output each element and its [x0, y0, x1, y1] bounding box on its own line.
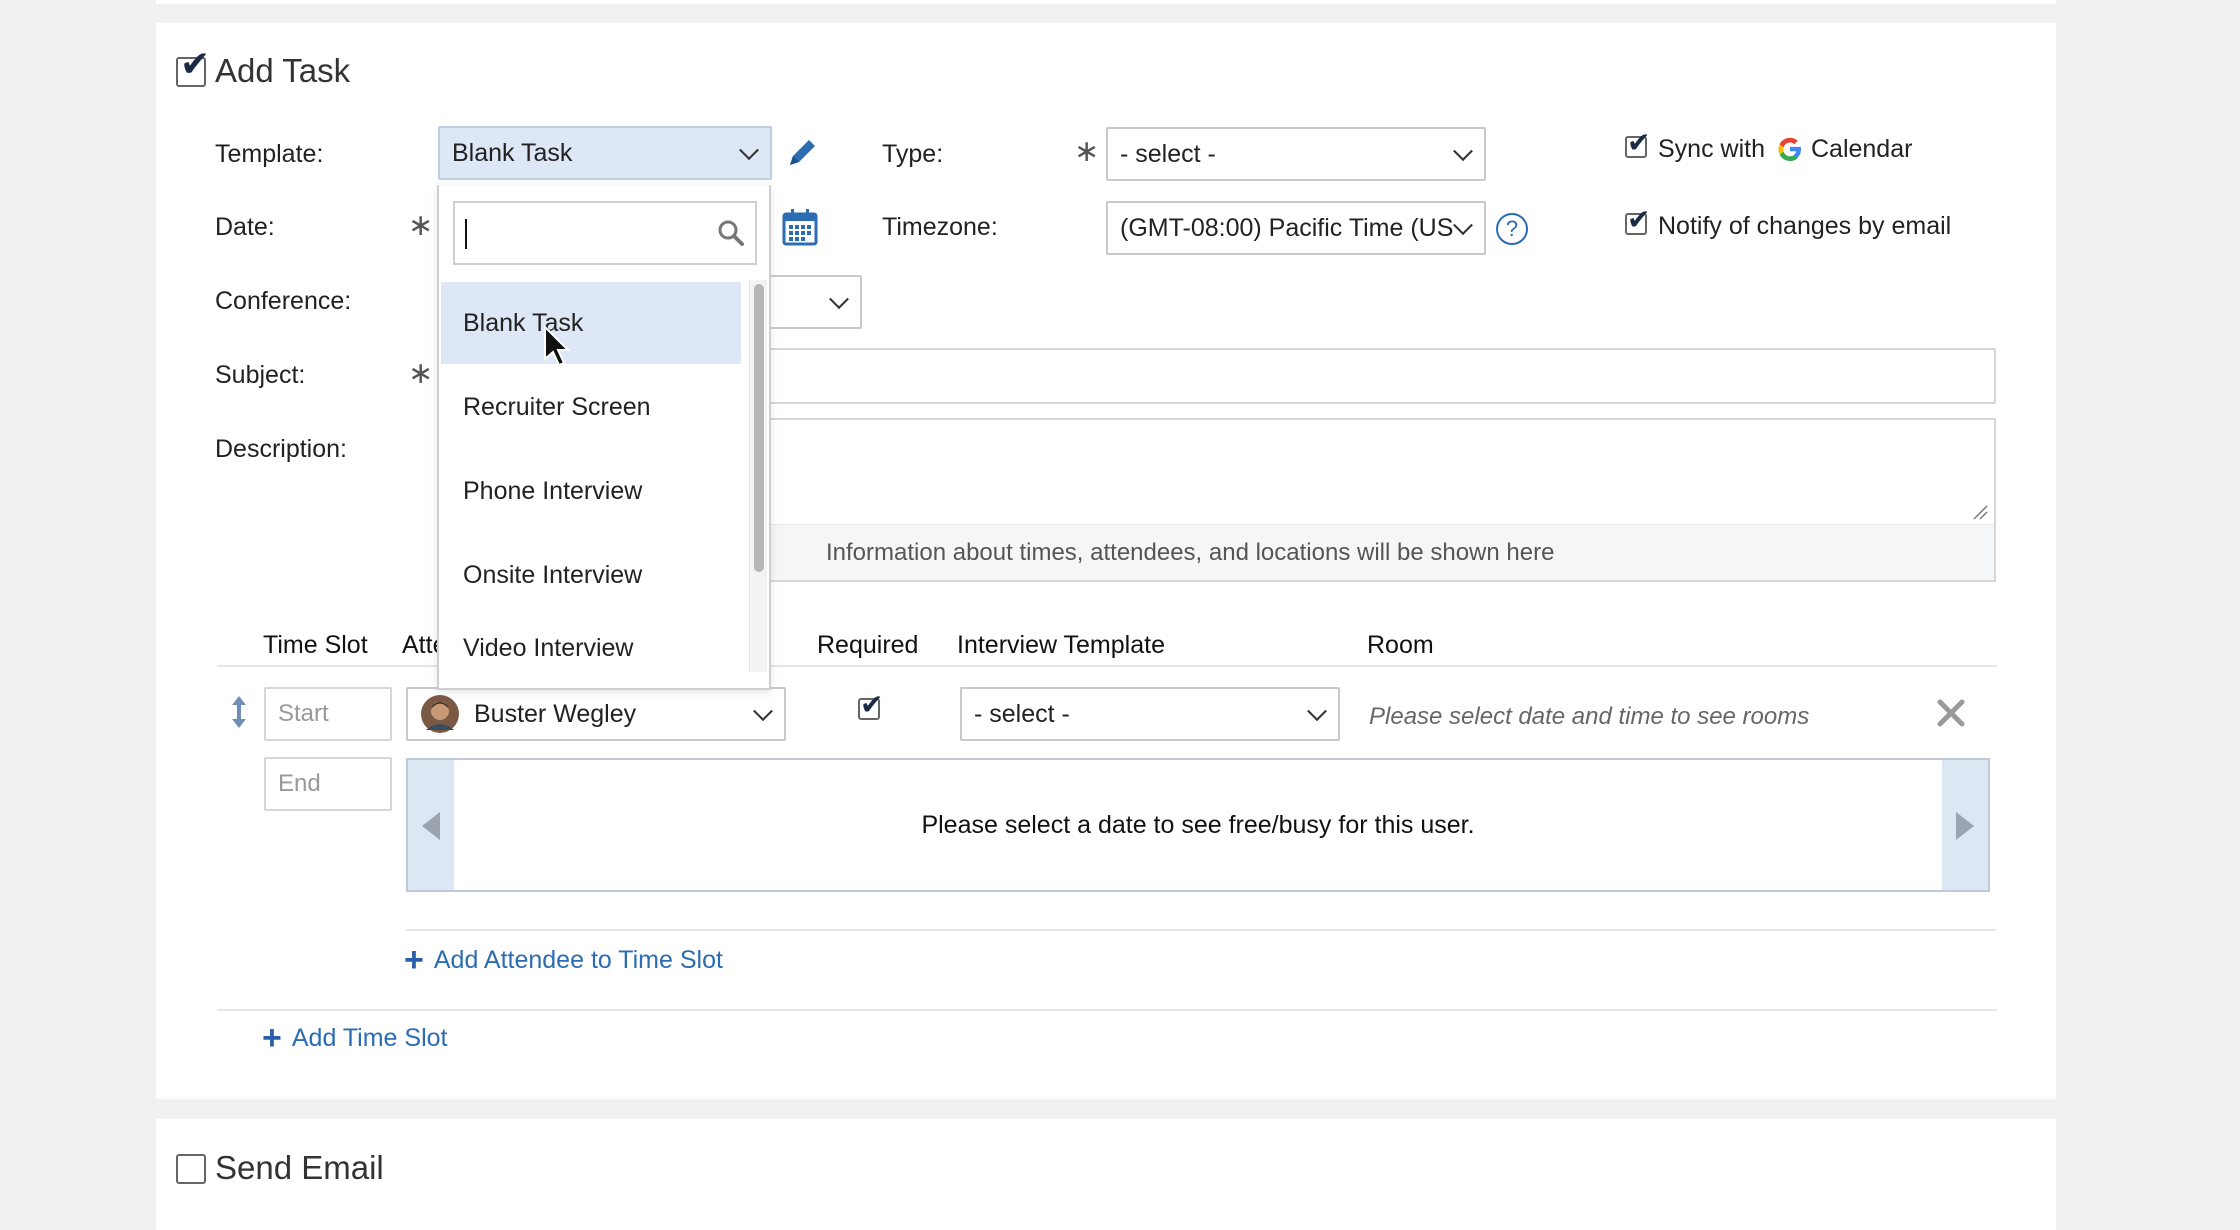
dropdown-item[interactable]: Recruiter Screen — [441, 366, 741, 448]
dropdown-item[interactable]: Phone Interview — [441, 450, 741, 532]
send-email-checkbox[interactable] — [176, 1154, 206, 1184]
add-attendee-link[interactable]: + Add Attendee to Time Slot — [404, 943, 723, 977]
plus-icon: + — [262, 1019, 282, 1057]
required-checkbox[interactable]: ✔ — [858, 689, 883, 720]
sync-calendar-checkbox[interactable]: ✔ — [1625, 127, 1650, 158]
add-task-checkbox[interactable]: ✔ — [176, 43, 210, 87]
type-select[interactable]: - select - — [1106, 127, 1486, 181]
timezone-select-value: (GMT-08:00) Pacific Time (US — [1120, 213, 1454, 242]
th-time-slot: Time Slot — [263, 631, 368, 659]
th-required: Required — [817, 631, 919, 659]
conference-label: Conference: — [215, 287, 352, 315]
dropdown-search-input[interactable] — [453, 201, 757, 265]
template-label: Template: — [215, 140, 324, 168]
avatar — [421, 695, 459, 733]
template-dropdown: Blank Task Recruiter Screen Phone Interv… — [437, 185, 771, 690]
room-hint: Please select date and time to see rooms — [1369, 703, 1810, 730]
scrollbar-thumb[interactable] — [754, 284, 764, 572]
chevron-down-icon — [1453, 141, 1473, 162]
type-select-value: - select - — [1120, 139, 1216, 168]
mouse-cursor-icon — [544, 325, 571, 367]
th-interview-template: Interview Template — [957, 631, 1165, 659]
sync-calendar-label: Sync with Calendar — [1658, 134, 1912, 164]
sync-calendar-prefix: Sync with — [1658, 134, 1765, 163]
sync-calendar-suffix: Calendar — [1810, 134, 1913, 163]
table-footer-divider — [217, 1009, 1997, 1011]
interview-template-select[interactable]: - select - — [960, 687, 1340, 741]
template-select[interactable]: Blank Task — [438, 126, 772, 180]
dropdown-item[interactable]: Video Interview — [441, 618, 741, 678]
dropdown-scrollbar[interactable] — [749, 280, 767, 672]
dropdown-item[interactable]: Onsite Interview — [441, 534, 741, 616]
subject-input[interactable] — [700, 348, 1996, 404]
remove-row-icon[interactable] — [1936, 698, 1966, 728]
drag-handle-icon[interactable] — [229, 694, 249, 730]
calendar-icon[interactable] — [782, 208, 818, 246]
dropdown-item[interactable]: Blank Task — [441, 282, 741, 364]
type-required-star: ∗ — [1074, 135, 1100, 168]
add-time-slot-link[interactable]: + Add Time Slot — [262, 1021, 448, 1055]
google-g-icon — [1778, 137, 1801, 161]
notify-email-label: Notify of changes by email — [1658, 212, 1952, 240]
send-email-panel — [156, 1119, 2056, 1230]
freebusy-prev-button[interactable] — [408, 760, 454, 890]
th-room: Room — [1367, 631, 1434, 659]
checkmark-icon: ✔ — [1627, 127, 1651, 158]
arrow-right-icon — [1956, 812, 1974, 840]
add-task-title: Add Task — [215, 52, 351, 89]
type-label: Type: — [882, 140, 944, 168]
notify-email-checkbox[interactable]: ✔ — [1625, 204, 1650, 235]
start-input[interactable]: Start — [264, 687, 392, 741]
description-info-bar: Information about times, attendees, and … — [702, 524, 1994, 580]
previous-panel-edge — [156, 0, 2056, 4]
end-input[interactable]: End — [264, 757, 392, 811]
chevron-down-icon — [753, 701, 773, 722]
checkmark-icon: ✔ — [860, 689, 884, 720]
end-placeholder: End — [278, 770, 321, 797]
checkmark-icon: ✔ — [1627, 204, 1651, 235]
checkmark-icon: ✔ — [180, 43, 211, 84]
send-email-title: Send Email — [215, 1149, 384, 1186]
date-label: Date: — [215, 213, 275, 241]
timezone-select[interactable]: (GMT-08:00) Pacific Time (US — [1106, 201, 1486, 255]
freebusy-panel: Please select a date to see free/busy fo… — [406, 758, 1990, 892]
arrow-left-icon — [422, 812, 440, 840]
help-icon[interactable]: ? — [1496, 213, 1528, 245]
interview-template-value: - select - — [974, 699, 1070, 728]
chevron-down-icon — [739, 140, 759, 161]
start-placeholder: Start — [278, 700, 329, 727]
description-textarea[interactable]: Information about times, attendees, and … — [700, 418, 1996, 582]
pencil-icon[interactable] — [784, 135, 820, 171]
freebusy-next-button[interactable] — [1942, 760, 1988, 890]
timezone-label: Timezone: — [882, 213, 998, 241]
freebusy-message: Please select a date to see free/busy fo… — [921, 810, 1475, 839]
add-attendee-label: Add Attendee to Time Slot — [433, 945, 723, 974]
chevron-down-icon — [829, 289, 849, 310]
description-label: Description: — [215, 435, 347, 463]
subject-required-star: ∗ — [408, 357, 434, 390]
attendee-name: Buster Wegley — [474, 699, 637, 728]
plus-icon: + — [404, 941, 424, 979]
chevron-down-icon — [1453, 215, 1473, 236]
resize-handle-icon[interactable] — [1972, 504, 1988, 520]
subject-label: Subject: — [215, 361, 306, 389]
template-select-value: Blank Task — [452, 138, 573, 167]
add-time-slot-label: Add Time Slot — [291, 1023, 448, 1052]
chevron-down-icon — [1307, 701, 1327, 722]
text-caret — [465, 219, 467, 249]
search-icon — [718, 220, 744, 246]
date-required-star: ∗ — [408, 209, 434, 242]
row-divider — [406, 929, 1996, 931]
attendee-select[interactable]: Buster Wegley — [406, 687, 786, 741]
